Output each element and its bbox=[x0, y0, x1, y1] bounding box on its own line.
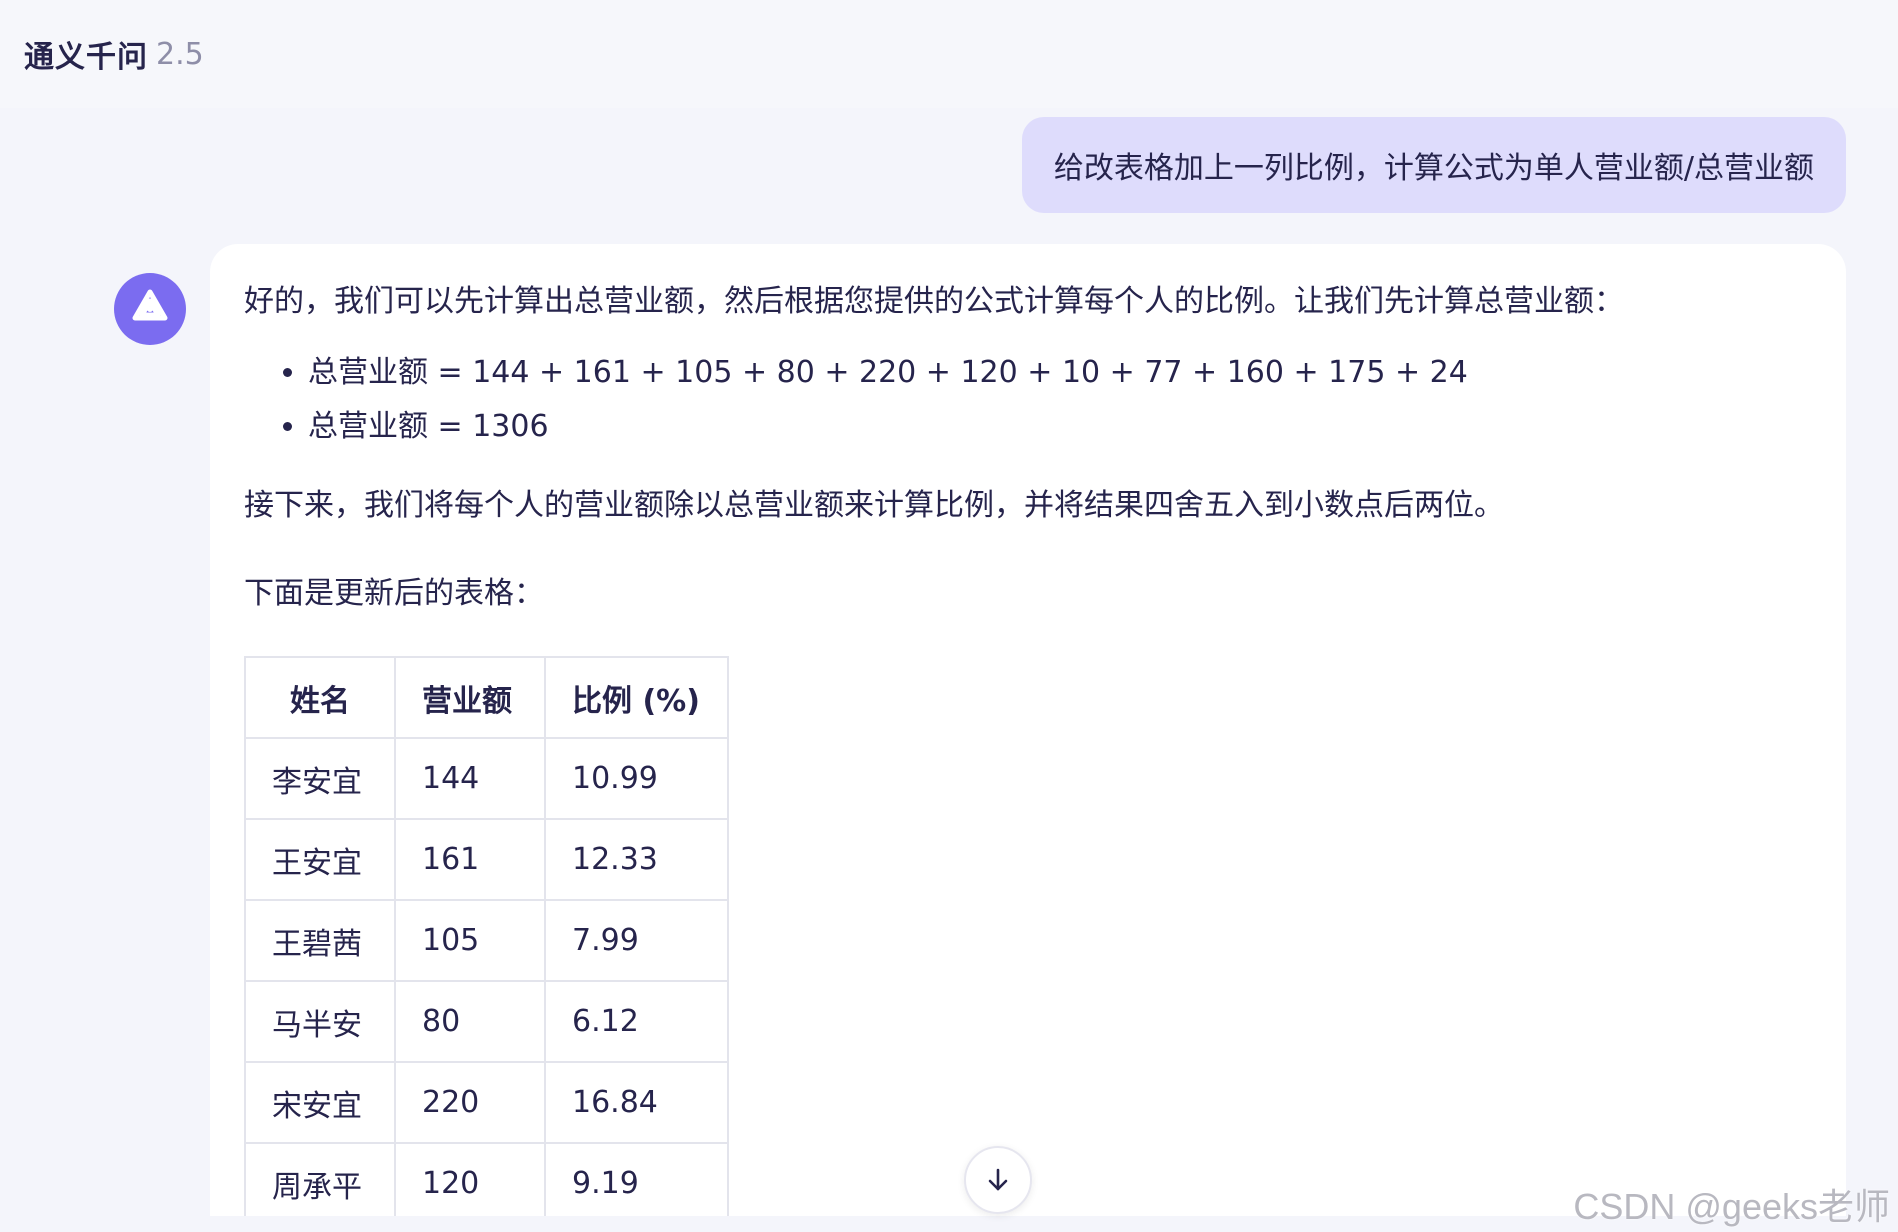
cell-name: 王碧茜 bbox=[244, 899, 396, 982]
table-row: 王安宜 161 12.33 bbox=[244, 818, 729, 901]
cell-revenue: 220 bbox=[394, 1061, 546, 1144]
cell-revenue: 105 bbox=[394, 899, 546, 982]
formula-list: 总营业额 = 144 + 161 + 105 + 80 + 220 + 120 … bbox=[244, 346, 1812, 454]
cell-revenue: 80 bbox=[394, 980, 546, 1063]
chat-page: 通义千问 2.5 给改表格加上一列比例，计算公式为单人营业额/总营业额 好的，我… bbox=[0, 0, 1898, 1232]
cell-ratio: 6.12 bbox=[544, 980, 729, 1063]
cell-ratio: 10.99 bbox=[544, 737, 729, 820]
cell-name: 马半安 bbox=[244, 980, 396, 1063]
table-row: 宋安宜 220 16.84 bbox=[244, 1061, 729, 1144]
qwen-logo-icon bbox=[132, 289, 168, 321]
list-item: 总营业额 = 144 + 161 + 105 + 80 + 220 + 120 … bbox=[308, 346, 1812, 400]
cell-revenue: 120 bbox=[394, 1142, 546, 1225]
cell-name: 李安宜 bbox=[244, 737, 396, 820]
table-header-row: 姓名 营业额 比例 (%) bbox=[244, 656, 729, 739]
cell-name: 宋安宜 bbox=[244, 1061, 396, 1144]
header-name: 姓名 bbox=[244, 656, 396, 739]
app-header: 通义千问 2.5 bbox=[0, 0, 1898, 108]
cell-ratio: 12.33 bbox=[544, 818, 729, 901]
cell-ratio: 16.84 bbox=[544, 1061, 729, 1144]
assistant-message-card: 好的，我们可以先计算出总营业额，然后根据您提供的公式计算每个人的比例。让我们先计… bbox=[210, 244, 1846, 1232]
assistant-avatar bbox=[114, 273, 186, 345]
cell-name: 周承平 bbox=[244, 1142, 396, 1225]
header-revenue: 营业额 bbox=[394, 656, 546, 739]
scroll-to-bottom-button[interactable] bbox=[964, 1146, 1032, 1214]
cell-revenue: 144 bbox=[394, 737, 546, 820]
cell-ratio: 9.19 bbox=[544, 1142, 729, 1225]
table-intro: 下面是更新后的表格： bbox=[244, 576, 544, 611]
assistant-intro: 好的，我们可以先计算出总营业额，然后根据您提供的公式计算每个人的比例。让我们先计… bbox=[244, 284, 1624, 319]
app-version: 2.5 bbox=[156, 36, 204, 72]
cell-revenue: 161 bbox=[394, 818, 546, 901]
cell-ratio: 7.99 bbox=[544, 899, 729, 982]
app-name: 通义千问 bbox=[24, 40, 148, 75]
table-row: 马半安 80 6.12 bbox=[244, 980, 729, 1063]
arrow-down-icon bbox=[988, 1168, 1008, 1191]
table-row: 王碧茜 105 7.99 bbox=[244, 899, 729, 982]
ratio-table: 姓名 营业额 比例 (%) 李安宜 144 10.99 王安宜 161 12.3… bbox=[244, 656, 729, 1225]
table-row: 周承平 120 9.19 bbox=[244, 1142, 729, 1225]
user-message-text: 给改表格加上一列比例，计算公式为单人营业额/总营业额 bbox=[1053, 151, 1814, 186]
table-row: 李安宜 144 10.99 bbox=[244, 737, 729, 820]
watermark: CSDN @geeks老师 bbox=[1573, 1186, 1890, 1227]
list-item: 总营业额 = 1306 bbox=[308, 400, 1812, 454]
user-message-bubble: 给改表格加上一列比例，计算公式为单人营业额/总营业额 bbox=[1021, 117, 1846, 213]
cell-name: 王安宜 bbox=[244, 818, 396, 901]
assistant-explanation: 接下来，我们将每个人的营业额除以总营业额来计算比例，并将结果四舍五入到小数点后两… bbox=[244, 488, 1504, 523]
header-ratio: 比例 (%) bbox=[544, 656, 729, 739]
